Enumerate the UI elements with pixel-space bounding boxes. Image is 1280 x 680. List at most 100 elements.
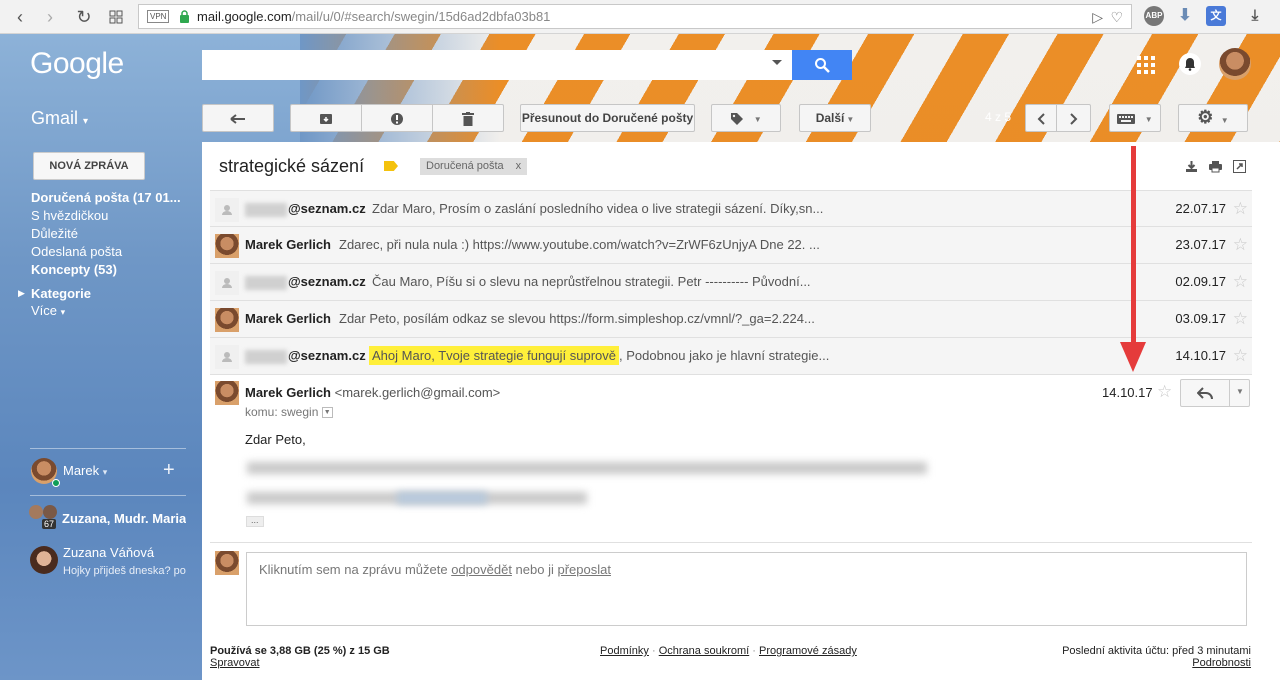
star-icon[interactable]: ☆	[1157, 382, 1172, 402]
group-avatar-2	[43, 505, 57, 519]
sidebar-item-inbox[interactable]: Doručená pošta (17 01...	[31, 190, 191, 205]
message-row[interactable]: @seznam.cz Čau Maro, Píšu si o slevu na …	[210, 264, 1252, 301]
message-snippet: Ahoj Maro, Tvoje strategie fungují supro…	[369, 346, 829, 365]
apps-grid-icon[interactable]	[1137, 56, 1155, 74]
chevron-down-icon: ▼	[846, 115, 855, 124]
print-icon[interactable]	[1209, 160, 1222, 173]
downloads-icon[interactable]: ⤓	[1245, 6, 1265, 26]
reply-button[interactable]: ▼	[1180, 379, 1250, 407]
account-avatar[interactable]	[1219, 48, 1251, 80]
add-chat-icon[interactable]: +	[163, 459, 175, 482]
label-chip-inbox[interactable]: Doručená pošta x	[420, 158, 528, 175]
activity-details-link[interactable]: Podrobnosti	[1192, 657, 1251, 669]
translate-icon[interactable]: 文	[1206, 6, 1226, 26]
move-to-inbox-button[interactable]: Přesunout do Doručené pošty	[520, 104, 695, 132]
message-date: 23.07.17	[1175, 237, 1226, 252]
new-window-icon[interactable]	[1233, 160, 1246, 173]
sidebar-item-more[interactable]: Více ▾	[31, 303, 191, 318]
online-status-dot	[52, 479, 60, 487]
sidebar-item-starred[interactable]: S hvězdičkou	[31, 208, 191, 223]
divider	[210, 542, 1252, 543]
settings-button[interactable]: ⚙ ▼	[1178, 104, 1248, 132]
show-details-chevron-icon[interactable]: ▼	[321, 407, 333, 419]
message-date: 22.07.17	[1175, 201, 1226, 216]
adblock-icon[interactable]: ABP	[1144, 6, 1164, 26]
heart-icon[interactable]: ♡	[1110, 9, 1123, 26]
vpn-badge[interactable]: VPN	[147, 10, 170, 23]
chat-contact-status: Hojky přijdeš dneska? po	[63, 565, 186, 577]
archive-button[interactable]	[290, 104, 362, 132]
chat-contact-name[interactable]: Zuzana Váňová	[63, 545, 154, 560]
forward-icon[interactable]: ›	[38, 5, 62, 29]
important-marker-icon[interactable]	[384, 161, 398, 171]
open-message-sender[interactable]: Marek Gerlich	[245, 385, 331, 400]
input-tools-button[interactable]: ▼	[1109, 104, 1161, 132]
keyboard-icon	[1117, 113, 1136, 124]
archive-icon	[320, 113, 332, 124]
labels-button[interactable]: ▼	[711, 104, 781, 132]
newer-button[interactable]	[1025, 104, 1057, 132]
search-options-chevron-icon[interactable]	[772, 60, 782, 65]
star-icon[interactable]: ☆	[1233, 309, 1248, 329]
report-spam-button[interactable]	[361, 104, 433, 132]
remove-label-icon[interactable]: x	[516, 160, 522, 172]
sidebar-item-drafts[interactable]: Koncepty (53)	[31, 262, 191, 277]
chat-group-name[interactable]: Zuzana, Mudr. Maria	[62, 511, 186, 526]
sidebar-item-categories[interactable]: Kategorie	[31, 286, 191, 301]
chevron-right-icon	[1069, 113, 1077, 125]
sender-avatar[interactable]	[215, 381, 239, 405]
sidebar-item-sent[interactable]: Odeslaná pošta	[31, 244, 191, 259]
reply-link[interactable]: odpovědět	[451, 562, 512, 577]
forward-link[interactable]: přeposlat	[557, 562, 610, 577]
star-icon[interactable]: ☆	[1233, 272, 1248, 292]
chevron-down-icon: ▼	[1144, 115, 1153, 124]
message-row[interactable]: Marek Gerlich Zdar Peto, posílám odkaz s…	[210, 301, 1252, 338]
message-row[interactable]: @seznam.cz Ahoj Maro, Tvoje strategie fu…	[210, 338, 1252, 375]
chat-me-name[interactable]: Marek ▾	[63, 463, 107, 478]
reply-box[interactable]: Kliknutím sem na zprávu můžete odpovědět…	[246, 552, 1247, 626]
message-sender: @seznam.cz	[245, 348, 366, 364]
more-button[interactable]: Další ▼	[799, 104, 871, 132]
show-trimmed-content-button[interactable]: ...	[246, 516, 264, 527]
expand-triangle-icon[interactable]: ▶	[18, 288, 28, 299]
search-input[interactable]	[202, 50, 792, 80]
reply-prompt[interactable]: Kliknutím sem na zprávu můžete odpovědět…	[259, 562, 611, 577]
google-logo[interactable]: Google	[30, 47, 124, 81]
program-policies-link[interactable]: Programové zásady	[759, 645, 857, 657]
send-icon[interactable]: ▷	[1092, 9, 1103, 26]
download-manager-icon[interactable]: ⬇	[1175, 6, 1195, 26]
last-activity: Poslední aktivita účtu: před 3 minutami	[1062, 645, 1251, 657]
label-tag-icon	[731, 112, 744, 125]
manage-storage-link[interactable]: Spravovat	[210, 657, 260, 669]
gmail-menu[interactable]: Gmail ▾	[31, 108, 88, 129]
reply-options-chevron-icon[interactable]: ▼	[1236, 387, 1244, 396]
chevron-left-icon	[1037, 113, 1045, 125]
expand-all-icon[interactable]	[1185, 160, 1198, 173]
pager-count: 4 z 5	[985, 110, 1012, 124]
delete-button[interactable]	[432, 104, 504, 132]
storage-usage: Používá se 3,88 GB (25 %) z 15 GB	[210, 645, 390, 657]
highlighted-text: Ahoj Maro, Tvoje strategie fungují supro…	[369, 346, 620, 365]
search-button[interactable]	[792, 50, 852, 80]
sidebar-item-important[interactable]: Důležité	[31, 226, 191, 241]
annotation-arrow-head	[1120, 342, 1146, 372]
star-icon[interactable]: ☆	[1233, 346, 1248, 366]
terms-link[interactable]: Podmínky	[600, 645, 649, 657]
reload-icon[interactable]: ↻	[72, 5, 96, 29]
compose-button[interactable]: NOVÁ ZPRÁVA	[33, 152, 145, 180]
star-icon[interactable]: ☆	[1233, 199, 1248, 219]
message-row[interactable]: @seznam.cz Zdar Maro, Prosím o zaslání p…	[210, 190, 1252, 227]
message-row[interactable]: Marek Gerlich Zdarec, při nula nula :) h…	[210, 227, 1252, 264]
back-to-search-button[interactable]	[202, 104, 274, 132]
contact-avatar[interactable]	[30, 546, 58, 574]
privacy-link[interactable]: Ochrana soukromí	[659, 645, 749, 657]
back-icon[interactable]: ‹	[8, 5, 32, 29]
star-icon[interactable]: ☆	[1233, 235, 1248, 255]
older-button[interactable]	[1056, 104, 1091, 132]
default-avatar-icon	[215, 271, 239, 295]
notifications-bell-icon[interactable]	[1179, 53, 1201, 75]
tabs-grid-icon[interactable]	[104, 5, 128, 29]
back-arrow-icon	[230, 114, 245, 124]
lock-icon	[180, 10, 189, 23]
address-bar[interactable]: VPN mail.google.com/mail/u/0/#search/swe…	[138, 4, 1132, 29]
